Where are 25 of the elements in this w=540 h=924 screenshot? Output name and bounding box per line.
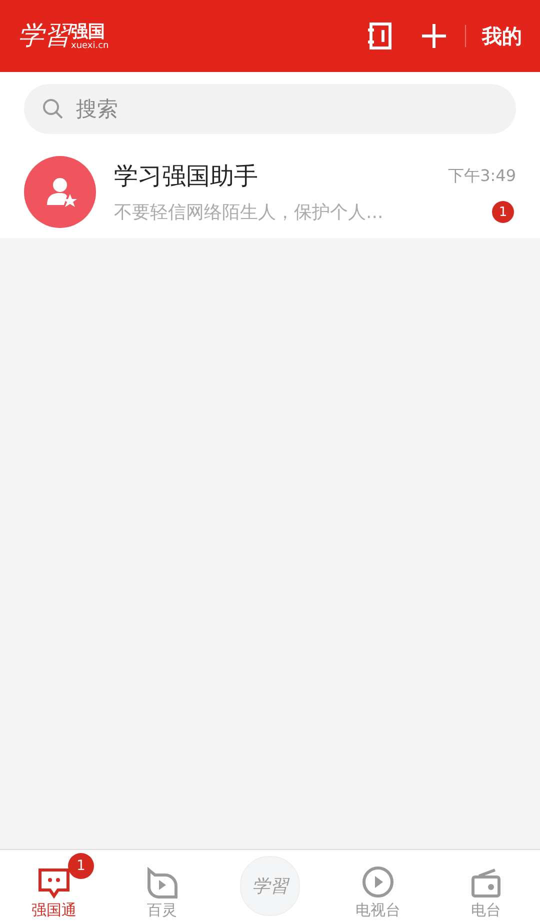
logo-script: 学習 <box>240 856 300 916</box>
chat-bubble-icon <box>37 867 71 899</box>
tab[interactable]: 学習 <box>216 850 324 924</box>
tab-badge: 1 <box>68 853 94 879</box>
tab[interactable]: 电台 <box>432 850 540 924</box>
search-field[interactable]: 搜索 <box>24 84 516 134</box>
search-icon <box>42 98 64 120</box>
logo-domain: xuexi.cn <box>71 41 109 51</box>
contacts-book-icon[interactable] <box>367 22 393 50</box>
avatar-icon <box>24 156 96 228</box>
profile-button[interactable]: 我的 <box>482 22 522 50</box>
conversation-time: 下午3:49 <box>448 166 516 186</box>
play-bubble-icon <box>145 867 179 899</box>
unread-badge: 1 <box>492 201 514 223</box>
radio-icon <box>469 867 503 899</box>
play-circle-icon <box>361 865 395 899</box>
tab[interactable]: 百灵 <box>108 850 216 924</box>
conversation-item[interactable]: 学习强国助手 下午3:49 不要轻信网络陌生人，保护个人... 1 <box>0 144 540 238</box>
tab[interactable]: 电视台 <box>324 850 432 924</box>
conversation-name: 学习强国助手 <box>114 161 258 192</box>
add-icon[interactable] <box>421 23 447 49</box>
logo-script: 学習 <box>18 21 70 51</box>
logo-name: 强国 <box>71 23 105 41</box>
tab[interactable]: 强国通 1 <box>0 850 108 924</box>
message-preview: 不要轻信网络陌生人，保护个人... <box>114 201 384 224</box>
